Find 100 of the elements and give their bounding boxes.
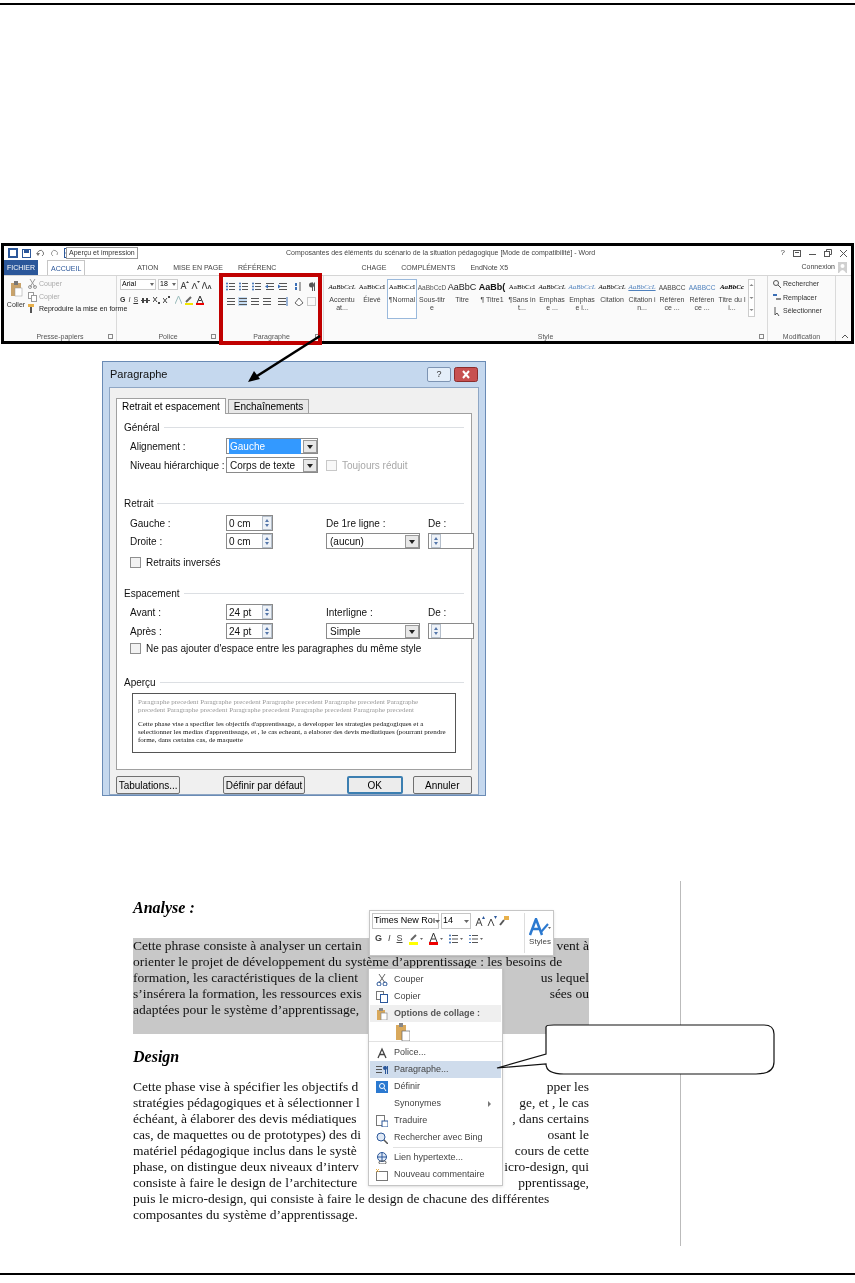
document-text-line: ge, et , le cas — [519, 1095, 589, 1111]
bold-button[interactable]: G — [375, 932, 382, 946]
underline-button[interactable]: S — [396, 932, 403, 946]
menu-item[interactable]: Nouveau commentaire — [370, 1166, 501, 1183]
field-label: Droite : — [130, 534, 164, 549]
pilcrow-icon[interactable] — [309, 282, 316, 291]
paragraph-icon — [376, 1063, 388, 1076]
menu-item[interactable]: Police... — [370, 1044, 501, 1061]
help-button[interactable]: ? — [427, 367, 451, 382]
gallery-scroll-icon[interactable] — [748, 279, 755, 317]
clipboard-icon — [376, 1007, 388, 1020]
document-text-line: matériel pédagogique inclus dans le systè — [133, 1143, 357, 1159]
save-icon[interactable] — [22, 248, 31, 258]
document-text-line: phase, on distingue deux niveaux d’interv — [133, 1159, 359, 1175]
spin-arrows-icon[interactable] — [431, 534, 441, 548]
align-left-icon[interactable] — [226, 297, 235, 306]
dialog-button[interactable]: Définir par défaut — [223, 776, 305, 794]
ribbon-display-icon[interactable] — [793, 249, 801, 257]
styles-button[interactable]: Styles — [524, 913, 551, 953]
font-color-icon[interactable] — [428, 932, 443, 945]
paste-option-icon[interactable] — [396, 1022, 410, 1041]
spin-arrows-icon[interactable] — [262, 624, 272, 638]
paste-icon[interactable] — [9, 281, 23, 297]
checkbox-label: Retraits inversés — [146, 556, 221, 570]
menu-item[interactable]: Définir — [370, 1078, 501, 1095]
spin-box[interactable]: 0 cm — [226, 515, 273, 531]
redo-icon[interactable] — [51, 248, 60, 258]
spin-box[interactable] — [428, 533, 474, 549]
format-painter-icon[interactable] — [499, 916, 509, 926]
restore-icon[interactable] — [824, 249, 832, 257]
font-color-icon[interactable] — [196, 295, 205, 305]
close-icon[interactable] — [840, 249, 847, 257]
dropdown[interactable]: (aucun) — [326, 533, 420, 549]
style-sample: AaBbC — [447, 282, 477, 293]
menu-item[interactable]: Traduire — [370, 1112, 501, 1129]
sort-icon[interactable] — [294, 282, 302, 291]
field-label: De : — [428, 516, 447, 531]
bullet-list-icon[interactable] — [226, 282, 235, 291]
document-text-line: Cette phrase consiste à analyser un certain — [133, 938, 362, 954]
menu-item[interactable]: Synonymes — [370, 1095, 501, 1112]
numbered-list-icon[interactable] — [239, 282, 248, 291]
grow-font-icon[interactable] — [475, 916, 485, 926]
help-button[interactable]: ? — [780, 247, 785, 259]
document-text-line: pper les — [546, 1079, 589, 1095]
dialog-button[interactable]: Annuler — [412, 776, 472, 794]
dropdown[interactable]: Simple — [326, 623, 420, 639]
align-center-icon[interactable] — [238, 297, 247, 306]
dialog-button[interactable]: OK — [346, 776, 403, 794]
menu-item[interactable]: Lien hypertexte... — [370, 1149, 501, 1166]
superscript-icon[interactable] — [163, 296, 171, 305]
line-spacing-icon[interactable] — [277, 297, 288, 306]
shrink-font-icon[interactable] — [487, 916, 497, 926]
subscript-icon[interactable] — [153, 296, 161, 305]
shading-icon[interactable] — [294, 297, 304, 306]
menu-item[interactable]: Copier — [370, 988, 501, 1005]
menu-item[interactable]: Paragraphe... — [370, 1061, 501, 1078]
multilevel-list-icon[interactable] — [252, 282, 261, 291]
dialog-button[interactable]: Tabulations... — [116, 776, 181, 794]
increase-indent-icon[interactable] — [278, 282, 287, 291]
justify-icon[interactable] — [262, 297, 271, 306]
spin-box[interactable]: 24 pt — [226, 623, 273, 639]
undo-icon[interactable] — [35, 248, 47, 258]
menu-item[interactable]: Couper — [370, 971, 501, 988]
dialog-tab[interactable]: Enchaînements — [227, 399, 310, 413]
document-text-line: stratégies pédagogiques et à sélectionner l — [133, 1095, 360, 1111]
dialog-launcher-icon[interactable] — [315, 333, 320, 339]
document-text-line: vent à — [556, 938, 589, 954]
spin-arrows-icon[interactable] — [431, 624, 441, 638]
spin-box[interactable]: 0 cm — [226, 533, 273, 549]
copy-icon — [376, 990, 388, 1003]
grow-font-icon[interactable] — [180, 280, 189, 289]
dialog-title: Paragraphe — [110, 367, 168, 383]
highlight-icon[interactable] — [185, 295, 194, 305]
dialog-tab[interactable]: Retrait et espacement — [116, 398, 226, 414]
change-case-icon[interactable] — [202, 280, 212, 289]
section-heading: Général — [124, 420, 160, 435]
checkbox[interactable] — [130, 643, 141, 654]
word-logo-icon[interactable] — [8, 248, 18, 258]
spin-arrows-icon[interactable] — [262, 534, 272, 548]
spin-box[interactable] — [428, 623, 474, 639]
spin-arrows-icon[interactable] — [262, 605, 272, 619]
field-label: De 1re ligne : — [326, 516, 387, 531]
close-button[interactable] — [454, 367, 478, 382]
checkbox[interactable] — [130, 557, 141, 568]
strikethrough-icon[interactable] — [141, 296, 151, 304]
highlight-icon[interactable] — [408, 932, 423, 945]
numbered-list-icon[interactable] — [468, 933, 483, 944]
decrease-indent-icon[interactable] — [265, 282, 274, 291]
align-right-icon[interactable] — [250, 297, 259, 306]
checkbox-label: Toujours réduit — [342, 458, 408, 473]
spin-box[interactable]: 24 pt — [226, 604, 273, 620]
section-heading: Espacement — [124, 586, 180, 601]
bullet-list-icon[interactable] — [448, 933, 463, 944]
spin-arrows-icon[interactable] — [262, 516, 272, 530]
document-text-line: osant le — [547, 1127, 589, 1143]
shrink-font-icon[interactable] — [191, 280, 200, 289]
font-size-field[interactable]: 14 — [441, 913, 471, 929]
dropdown[interactable]: Corps de texte — [226, 457, 318, 473]
menu-item[interactable]: Rechercher avec Bing — [370, 1129, 501, 1146]
collapse-ribbon-icon[interactable] — [842, 334, 848, 338]
